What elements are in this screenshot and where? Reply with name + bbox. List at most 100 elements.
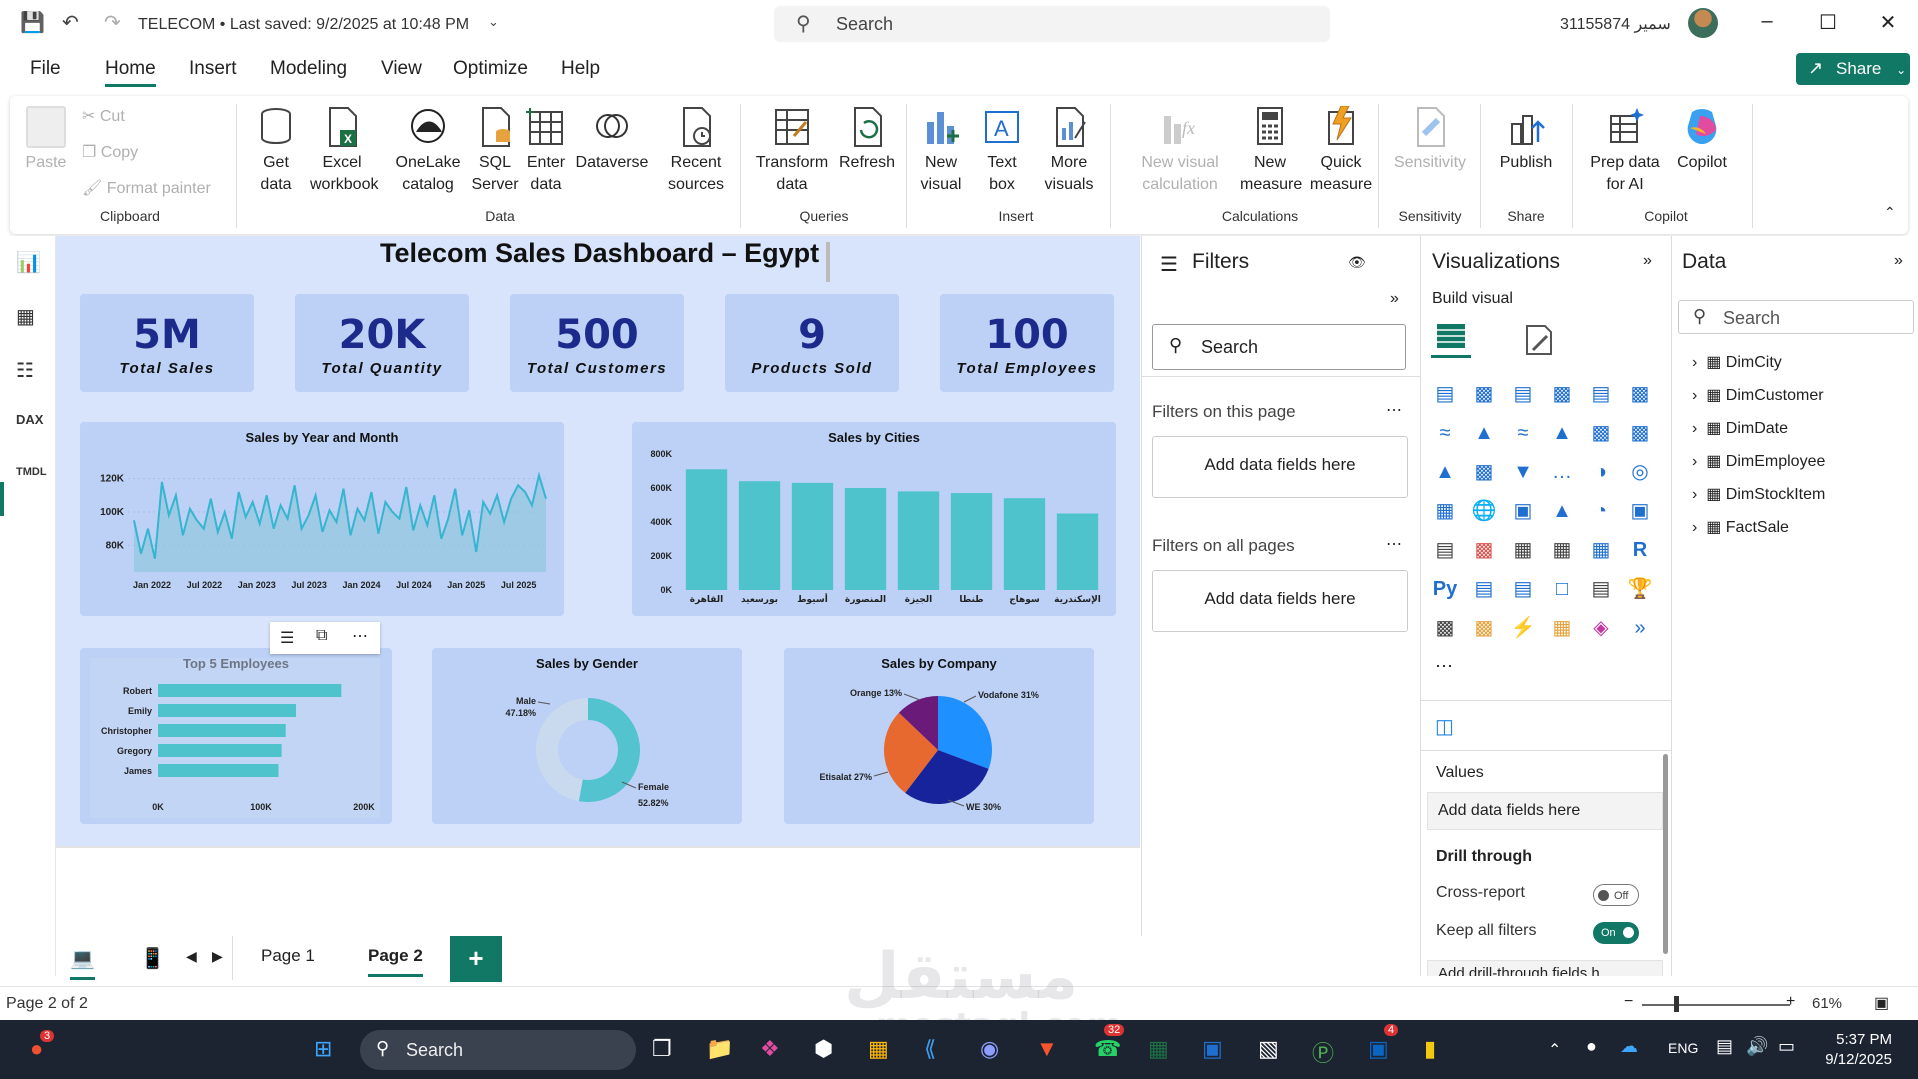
app-blue-icon[interactable]: ▣ — [1202, 1036, 1223, 1062]
model-view-icon[interactable]: ☷ — [16, 358, 34, 383]
visual-type-icon[interactable]: ▩ — [1626, 380, 1654, 408]
visual-type-icon[interactable]: ≈ — [1431, 419, 1459, 447]
transform-data-button[interactable]: Transform data — [752, 106, 832, 196]
get-data-button[interactable]: Get data — [246, 106, 306, 196]
visual-type-icon[interactable]: ▩ — [1587, 419, 1615, 447]
onedrive-icon[interactable]: ☁ — [1620, 1036, 1638, 1057]
visual-type-icon[interactable]: ▩ — [1548, 380, 1576, 408]
paste-button[interactable]: Paste — [24, 106, 68, 174]
text-box-button[interactable]: A Text box — [980, 106, 1024, 196]
copy-button[interactable]: ❐ Copy — [82, 142, 138, 164]
visual-type-icon[interactable]: ⚡ — [1509, 614, 1537, 642]
prep-data-ai-button[interactable]: Prep data for AI — [1580, 106, 1670, 196]
visual-type-icon[interactable]: ▲ — [1470, 419, 1498, 447]
new-visual-calculation-button[interactable]: fx New visual calculation — [1130, 106, 1230, 196]
kpi-card-total-employees[interactable]: 100 Total Employees — [940, 294, 1114, 392]
visual-type-icon[interactable]: ▩ — [1626, 419, 1654, 447]
dax-query-icon[interactable]: DAX — [16, 412, 43, 427]
data-table-item[interactable]: › ▦ DimStockItem — [1692, 484, 1825, 504]
undo-icon[interactable]: ↶ — [62, 10, 79, 35]
scrollbar[interactable] — [1663, 754, 1668, 954]
zoom-in-icon[interactable]: + — [1786, 993, 1795, 1011]
visual-type-icon[interactable]: ◔ — [1587, 497, 1615, 525]
visual-type-icon[interactable]: ▤ — [1587, 575, 1615, 603]
visual-type-icon[interactable]: ≈ — [1509, 419, 1537, 447]
collapse-data-icon[interactable]: » — [1894, 252, 1903, 270]
tray-app-icon[interactable]: ● — [1586, 1036, 1597, 1057]
data-table-item[interactable]: › ▦ DimDate — [1692, 418, 1788, 438]
redo-icon[interactable]: ↷ — [104, 10, 121, 35]
add-page-button[interactable]: + — [450, 936, 502, 982]
avatar[interactable] — [1688, 8, 1718, 38]
visual-type-icon[interactable]: ▤ — [1470, 575, 1498, 603]
chevron-down-icon[interactable]: ⌄ — [488, 14, 499, 30]
visual-type-icon[interactable]: ▩ — [1470, 614, 1498, 642]
values-drop-zone[interactable]: Add data fields here — [1427, 792, 1663, 830]
cut-button[interactable]: ✂ Cut — [82, 106, 125, 128]
visual-type-icon[interactable]: 🏆 — [1626, 575, 1654, 603]
close-icon[interactable]: ✕ — [1873, 10, 1903, 35]
app-icon[interactable]: ⬢ — [814, 1036, 833, 1062]
zoom-slider-handle[interactable] — [1674, 996, 1679, 1012]
task-view-icon[interactable]: ❐ — [652, 1036, 672, 1062]
visual-type-icon[interactable]: ▩ — [1470, 458, 1498, 486]
visual-type-icon[interactable]: ▦ — [1431, 497, 1459, 525]
store-icon[interactable]: ▦ — [868, 1036, 889, 1062]
menu-file[interactable]: File — [30, 58, 61, 80]
visual-type-icon[interactable]: ◈ — [1587, 614, 1615, 642]
focus-mode-icon[interactable]: ⧉ — [316, 627, 327, 645]
menu-optimize[interactable]: Optimize — [453, 58, 528, 80]
visual-type-icon[interactable]: ◎ — [1626, 458, 1654, 486]
refresh-button[interactable]: Refresh — [836, 106, 898, 174]
format-visual-tab[interactable] — [1521, 322, 1557, 358]
kpi-card-total-sales[interactable]: 5M Total Sales — [80, 294, 254, 392]
sensitivity-button[interactable]: Sensitivity — [1390, 106, 1470, 174]
keep-all-filters-toggle[interactable]: On — [1593, 922, 1639, 944]
kpi-card-total-customers[interactable]: 500 Total Customers — [510, 294, 684, 392]
data-table-item[interactable]: › ▦ DimCustomer — [1692, 385, 1824, 405]
more-visuals-button[interactable]: More visuals — [1034, 106, 1104, 196]
maximize-icon[interactable]: ☐ — [1813, 10, 1843, 35]
mobile-layout-icon[interactable]: 📱 — [140, 946, 165, 971]
visual-type-icon[interactable]: ▩ — [1470, 536, 1498, 564]
tab-page-2[interactable]: Page 2 — [368, 946, 423, 977]
eye-icon[interactable]: 👁 — [1348, 254, 1366, 271]
recent-sources-button[interactable]: Recent sources — [656, 106, 736, 196]
fields-well-icon[interactable]: ◫ — [1435, 714, 1454, 739]
visual-type-icon[interactable]: » — [1626, 614, 1654, 642]
visual-type-icon[interactable]: ▲ — [1548, 419, 1576, 447]
share-button[interactable]: ↗ Share ⌄ — [1796, 53, 1910, 85]
enter-data-button[interactable]: Enter data — [522, 106, 570, 196]
kpi-card-products-sold[interactable]: 9 Products Sold — [725, 294, 899, 392]
more-options-icon[interactable]: ⋯ — [1386, 400, 1402, 420]
data-table-item[interactable]: › ▦ DimEmployee — [1692, 451, 1825, 471]
cross-report-toggle[interactable]: Off — [1593, 884, 1639, 906]
data-search-input[interactable]: ⚲ Search — [1678, 300, 1914, 334]
format-painter-button[interactable]: 🖌 Format painter — [82, 178, 211, 200]
visual-type-icon[interactable]: ▤ — [1431, 380, 1459, 408]
visual-type-icon[interactable]: ▲ — [1431, 458, 1459, 486]
file-explorer-icon[interactable]: 📁 — [706, 1036, 733, 1062]
filters-page-drop-zone[interactable]: Add data fields here — [1152, 436, 1408, 498]
more-options-icon[interactable]: ⋯ — [1386, 534, 1402, 554]
visual-type-icon[interactable]: ▦ — [1509, 536, 1537, 564]
filters-all-pages-drop-zone[interactable]: Add data fields here — [1152, 570, 1408, 632]
notion-icon[interactable]: ▧ — [1258, 1036, 1279, 1062]
linkedin-icon[interactable]: ▣ — [1368, 1036, 1389, 1062]
build-visual-tab[interactable] — [1431, 318, 1471, 358]
collapse-viz-icon[interactable]: » — [1643, 252, 1652, 270]
visual-type-icon[interactable]: ▤ — [1587, 380, 1615, 408]
visual-type-icon[interactable]: ▦ — [1587, 536, 1615, 564]
visual-type-icon[interactable]: ▦ — [1548, 536, 1576, 564]
visual-type-icon[interactable]: ▤ — [1509, 575, 1537, 603]
tmdl-view-icon[interactable]: TMDL — [16, 466, 47, 478]
zoom-out-icon[interactable]: − — [1624, 993, 1633, 1011]
filter-icon[interactable]: ☰ — [280, 628, 294, 648]
global-search[interactable]: ⚲ Search — [774, 6, 1330, 42]
visual-type-icon[interactable]: ▤ — [1431, 536, 1459, 564]
wordpress-icon[interactable]: Ⓟ — [1312, 1036, 1334, 1068]
system-clock[interactable]: 5:37 PM 9/12/2025 — [1812, 1030, 1892, 1070]
visual-type-icon[interactable]: … — [1548, 458, 1576, 486]
menu-home[interactable]: Home — [105, 58, 156, 87]
kpi-card-total-quantity[interactable]: 20K Total Quantity — [295, 294, 469, 392]
